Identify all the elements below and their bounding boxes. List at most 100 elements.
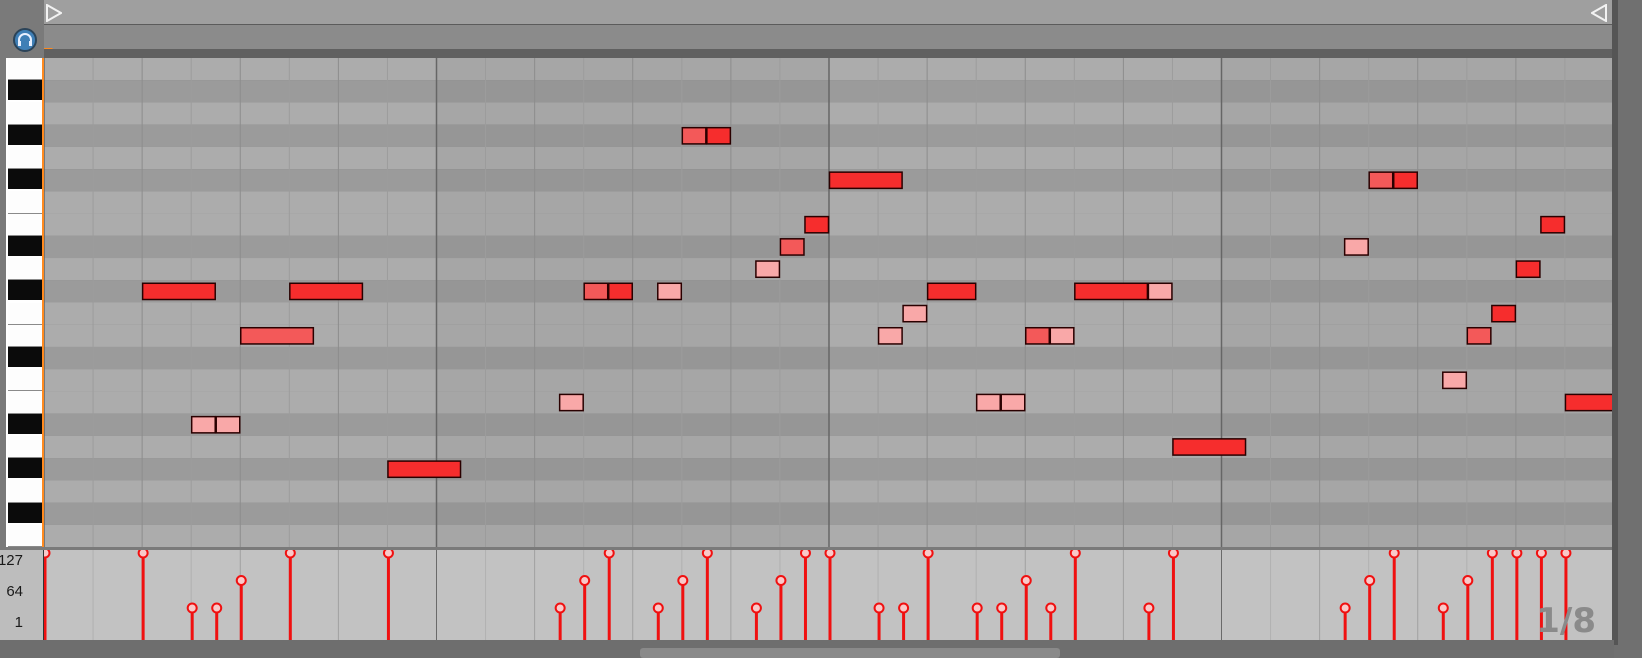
- midi-note[interactable]: [1049, 326, 1075, 345]
- white-key[interactable]: [8, 302, 42, 325]
- white-key[interactable]: [8, 480, 42, 503]
- white-key[interactable]: [8, 146, 42, 170]
- velocity-stem[interactable]: [554, 602, 566, 641]
- white-key[interactable]: [8, 258, 42, 281]
- velocity-stem[interactable]: [1020, 575, 1032, 640]
- midi-note[interactable]: [190, 415, 216, 434]
- velocity-stem[interactable]: [186, 602, 198, 641]
- velocity-stem[interactable]: [284, 550, 296, 640]
- velocity-stem[interactable]: [775, 575, 787, 640]
- black-key[interactable]: [8, 346, 42, 368]
- vertical-scrollbar[interactable]: [1612, 0, 1618, 645]
- midi-note[interactable]: [240, 326, 315, 345]
- midi-note[interactable]: [1540, 215, 1566, 234]
- time-ruler[interactable]: [44, 25, 1614, 49]
- velocity-stem[interactable]: [235, 575, 247, 640]
- midi-note[interactable]: [1074, 282, 1149, 301]
- preview-headphones-button[interactable]: [13, 28, 37, 52]
- white-key[interactable]: [8, 435, 42, 459]
- black-key[interactable]: [8, 413, 42, 434]
- midi-note[interactable]: [681, 126, 707, 145]
- black-key[interactable]: [8, 280, 42, 301]
- black-key[interactable]: [8, 80, 42, 101]
- midi-note[interactable]: [657, 282, 683, 301]
- velocity-stem[interactable]: [652, 602, 664, 641]
- horizontal-scrollbar[interactable]: [640, 648, 1060, 658]
- velocity-stem[interactable]: [750, 602, 762, 641]
- velocity-stem[interactable]: [1167, 550, 1179, 640]
- velocity-stem[interactable]: [873, 602, 885, 641]
- midi-note[interactable]: [877, 326, 903, 345]
- white-key[interactable]: [8, 524, 42, 547]
- midi-note[interactable]: [607, 282, 633, 301]
- midi-note[interactable]: [1466, 326, 1492, 345]
- midi-note[interactable]: [926, 282, 977, 301]
- loop-start-icon[interactable]: [46, 4, 62, 22]
- velocity-stem[interactable]: [382, 550, 394, 640]
- velocity-stem[interactable]: [1486, 550, 1498, 640]
- velocity-stem[interactable]: [996, 602, 1008, 641]
- black-key[interactable]: [8, 235, 42, 257]
- piano-keyboard[interactable]: [6, 58, 44, 547]
- white-key[interactable]: [8, 102, 42, 125]
- velocity-stem[interactable]: [579, 575, 591, 640]
- midi-note[interactable]: [289, 282, 364, 301]
- white-key[interactable]: [8, 391, 42, 414]
- midi-note[interactable]: [755, 260, 781, 279]
- velocity-stem[interactable]: [1388, 550, 1400, 640]
- midi-note[interactable]: [1343, 238, 1369, 256]
- midi-note[interactable]: [1392, 171, 1418, 190]
- midi-note[interactable]: [1000, 393, 1026, 412]
- midi-note[interactable]: [975, 393, 1001, 412]
- black-key[interactable]: [8, 502, 42, 523]
- black-key[interactable]: [8, 124, 42, 145]
- midi-note[interactable]: [1172, 438, 1247, 456]
- velocity-stem[interactable]: [799, 550, 811, 640]
- midi-note[interactable]: [215, 415, 241, 434]
- velocity-stem[interactable]: [898, 602, 910, 641]
- velocity-stem[interactable]: [44, 550, 51, 640]
- velocity-stem[interactable]: [1069, 550, 1081, 640]
- midi-note[interactable]: [387, 460, 462, 479]
- velocity-stems[interactable]: [44, 550, 1614, 640]
- black-key[interactable]: [8, 169, 42, 190]
- midi-note[interactable]: [828, 171, 903, 190]
- white-key[interactable]: [8, 191, 42, 214]
- note-grid[interactable]: [44, 58, 1614, 547]
- white-key[interactable]: [8, 213, 42, 236]
- midi-note[interactable]: [558, 393, 584, 412]
- velocity-stem[interactable]: [677, 575, 689, 640]
- midi-note[interactable]: [1491, 304, 1517, 323]
- midi-note[interactable]: [1025, 326, 1051, 345]
- velocity-stem[interactable]: [971, 602, 983, 641]
- velocity-stem[interactable]: [1045, 602, 1057, 641]
- velocity-stem[interactable]: [701, 550, 713, 640]
- midi-note[interactable]: [141, 282, 216, 301]
- white-key[interactable]: [8, 58, 42, 81]
- velocity-stem[interactable]: [1364, 575, 1376, 640]
- loop-ruler[interactable]: [44, 0, 1614, 25]
- velocity-stem[interactable]: [1511, 550, 1523, 640]
- velocity-stem[interactable]: [824, 550, 836, 640]
- velocity-stem[interactable]: [1462, 575, 1474, 640]
- midi-note[interactable]: [706, 126, 732, 145]
- black-key[interactable]: [8, 458, 42, 479]
- midi-note[interactable]: [779, 238, 805, 256]
- midi-note[interactable]: [583, 282, 609, 301]
- midi-note[interactable]: [1564, 393, 1614, 412]
- velocity-stem[interactable]: [1339, 602, 1351, 641]
- velocity-stem[interactable]: [1437, 602, 1449, 641]
- velocity-stem[interactable]: [137, 550, 149, 640]
- velocity-stem[interactable]: [922, 550, 934, 640]
- midi-note[interactable]: [1442, 371, 1468, 390]
- white-key[interactable]: [8, 324, 42, 347]
- midi-note[interactable]: [804, 215, 830, 234]
- loop-end-icon[interactable]: [1591, 4, 1607, 22]
- velocity-stem[interactable]: [603, 550, 615, 640]
- white-key[interactable]: [8, 369, 42, 392]
- velocity-stem[interactable]: [211, 602, 223, 641]
- velocity-stem[interactable]: [1143, 602, 1155, 641]
- midi-note[interactable]: [1515, 260, 1541, 279]
- midi-note[interactable]: [1368, 171, 1394, 190]
- midi-note[interactable]: [902, 304, 928, 323]
